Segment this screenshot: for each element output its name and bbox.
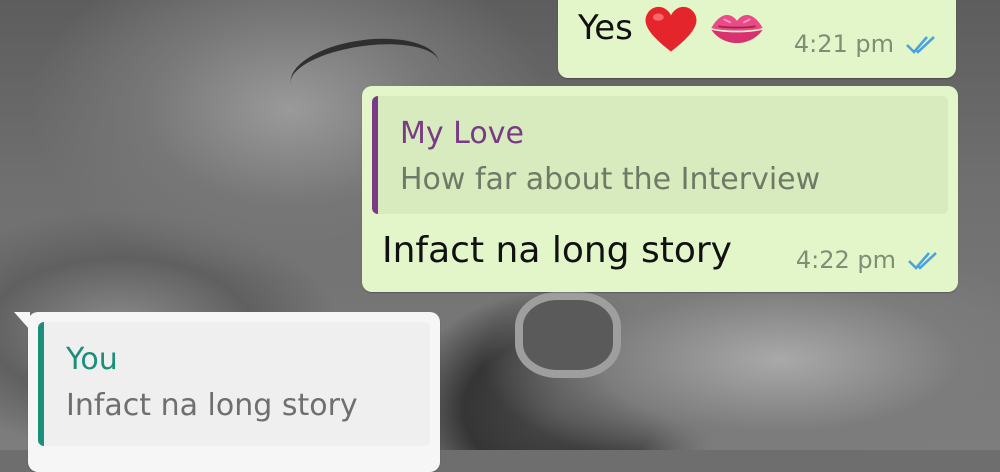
kiss-mark-icon (711, 14, 763, 44)
quote-author: You (66, 342, 118, 377)
quoted-message[interactable]: My Love How far about the Interview (372, 96, 948, 214)
message-text: Infact na long story (382, 230, 732, 271)
quote-accent-bar (38, 322, 44, 446)
message-meta: 4:22 pm (796, 246, 940, 274)
double-check-icon (908, 252, 937, 270)
message-time: 4:22 pm (795, 246, 896, 274)
quote-accent-bar (372, 96, 378, 214)
quote-author: My Love (400, 116, 524, 151)
double-check-icon (906, 36, 935, 54)
incoming-message[interactable]: You Infact na long story (14, 312, 440, 472)
message-meta: 4:21 pm (794, 30, 938, 58)
outgoing-message[interactable]: Yes 4:21 pm (558, 0, 956, 78)
red-heart-icon (645, 6, 697, 52)
message-text: Yes (578, 8, 633, 48)
message-time: 4:21 pm (793, 30, 894, 58)
bubble-tail (14, 312, 30, 330)
quoted-message[interactable]: You Infact na long story (38, 322, 430, 446)
quote-text: How far about the Interview (400, 162, 821, 197)
outgoing-message[interactable]: My Love How far about the Interview Infa… (362, 86, 958, 292)
quote-text: Infact na long story (66, 388, 358, 423)
wallpaper-detail (515, 292, 621, 378)
